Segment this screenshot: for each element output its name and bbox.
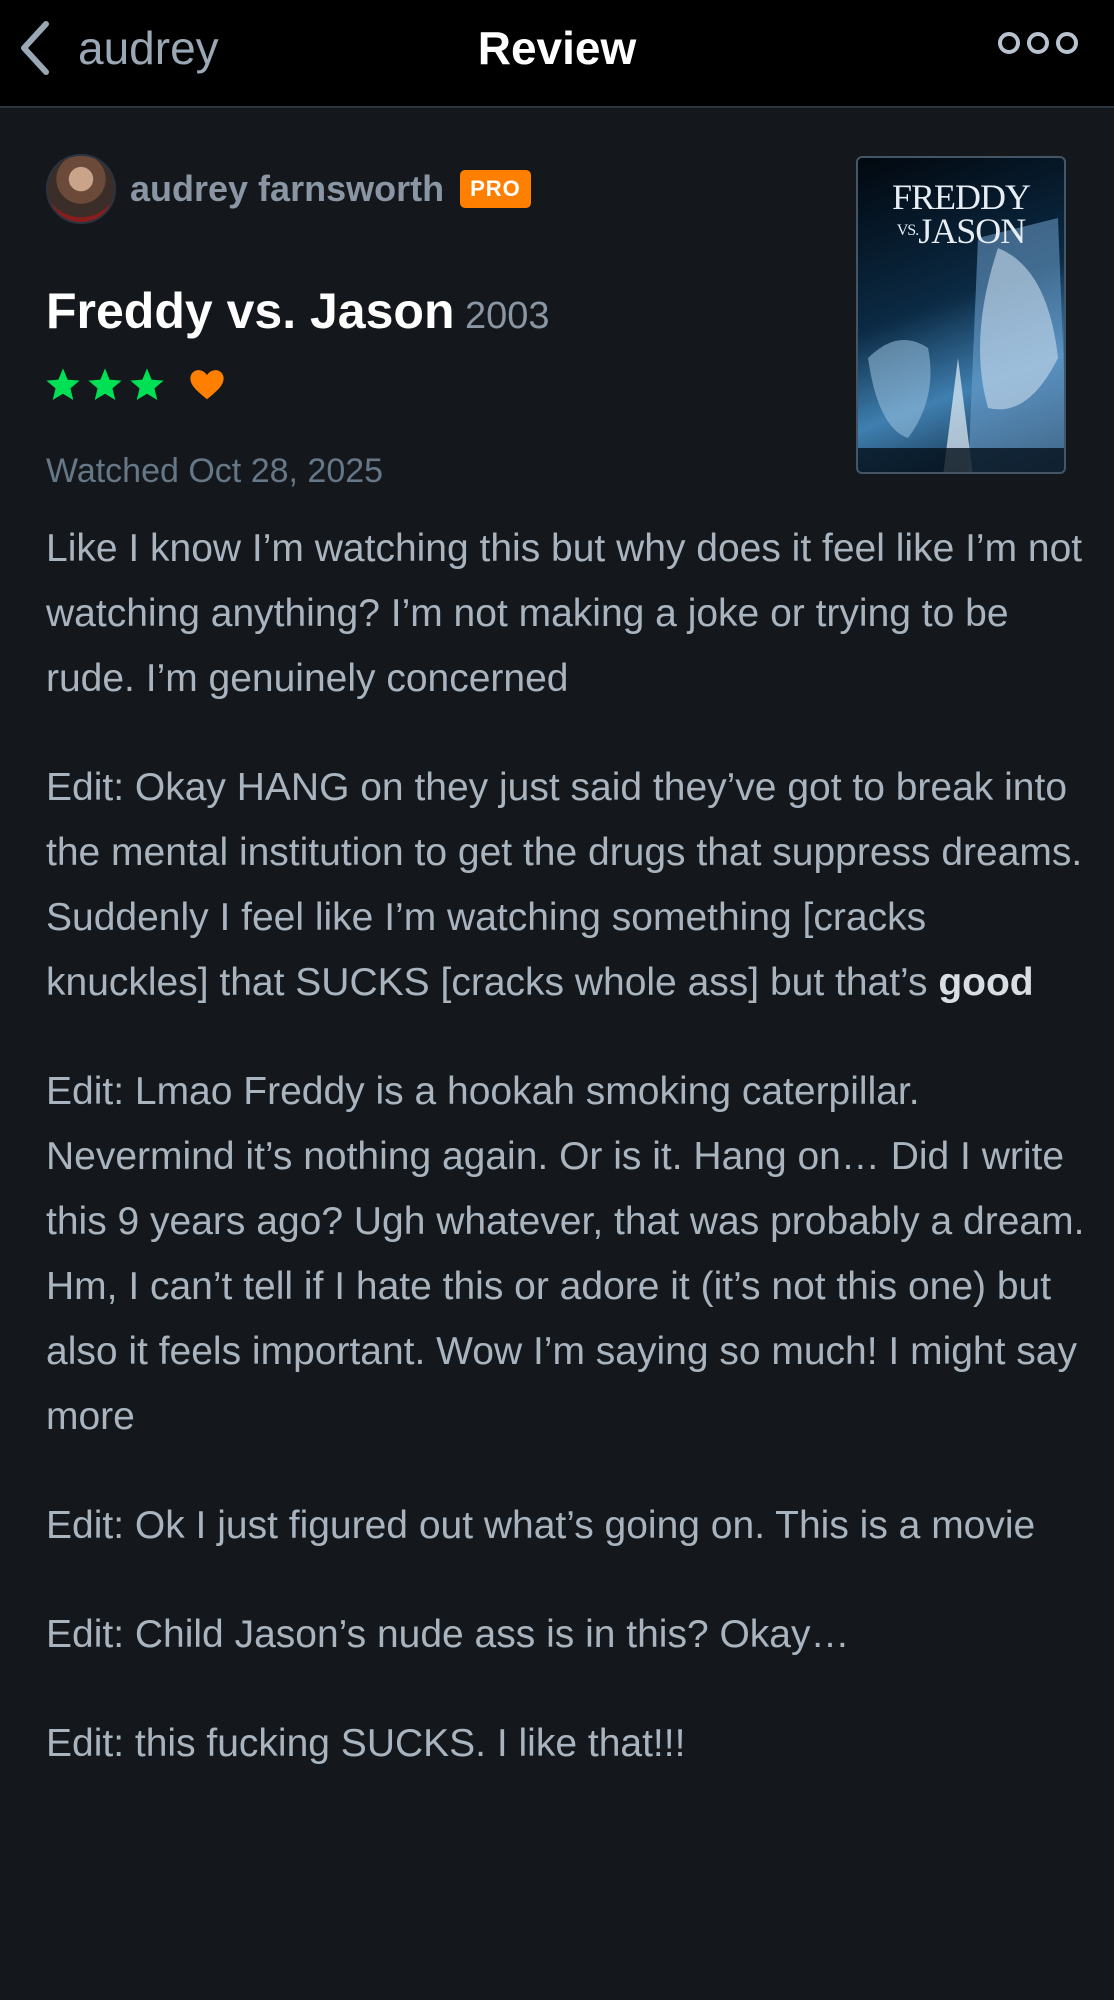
rating-row: [44, 366, 226, 404]
film-poster[interactable]: FREDDY VS.JASON: [856, 156, 1066, 474]
star-icon: [46, 368, 80, 401]
top-nav-bar: audrey Review: [0, 0, 1114, 108]
film-title[interactable]: Freddy vs. Jason: [46, 283, 455, 339]
poster-title-top: FREDDY: [891, 177, 1031, 217]
review-paragraph: Like I know I’m watching this but why do…: [46, 527, 1083, 700]
page-title: Review: [477, 22, 637, 74]
review-paragraph: Edit: Lmao Freddy is a hookah smoking ca…: [46, 1070, 1085, 1438]
more-dot-icon: [1027, 32, 1049, 54]
more-dot-icon: [1056, 32, 1078, 54]
reviewer-name[interactable]: audrey farnsworth: [130, 168, 444, 210]
review-paragraph: Edit: this fucking SUCKS. I like that!!!: [46, 1722, 686, 1765]
more-dot-icon: [998, 32, 1020, 54]
review-paragraph: Edit: Child Jason’s nude ass is in this?…: [46, 1613, 850, 1656]
avatar[interactable]: [46, 154, 116, 224]
star-icon: [130, 368, 164, 401]
watched-date: Watched Oct 28, 2025: [46, 452, 384, 490]
reviewer-row: audrey farnsworth PRO: [46, 154, 531, 224]
review-paragraph: Edit: Okay HANG on they just said they’v…: [46, 755, 1086, 1015]
pro-badge: PRO: [460, 170, 531, 208]
poster-title-bottom: JASON: [918, 211, 1026, 251]
review-bold-text: good: [938, 961, 1034, 1004]
poster-title-vs: VS.: [896, 222, 919, 239]
star-icon: [88, 368, 122, 401]
heart-icon: [190, 370, 224, 400]
film-heading: Freddy vs. Jason 2003: [46, 282, 550, 340]
review-paragraph: Edit: Ok I just figured out what’s going…: [46, 1504, 1036, 1547]
poster-title: FREDDY VS.JASON: [858, 177, 1064, 251]
more-options-button[interactable]: [998, 32, 1078, 54]
review-paragraph-text: Edit: Okay HANG on they just said they’v…: [46, 766, 1083, 1004]
review-body: Like I know I’m watching this but why do…: [46, 516, 1086, 1820]
film-year[interactable]: 2003: [465, 295, 550, 337]
